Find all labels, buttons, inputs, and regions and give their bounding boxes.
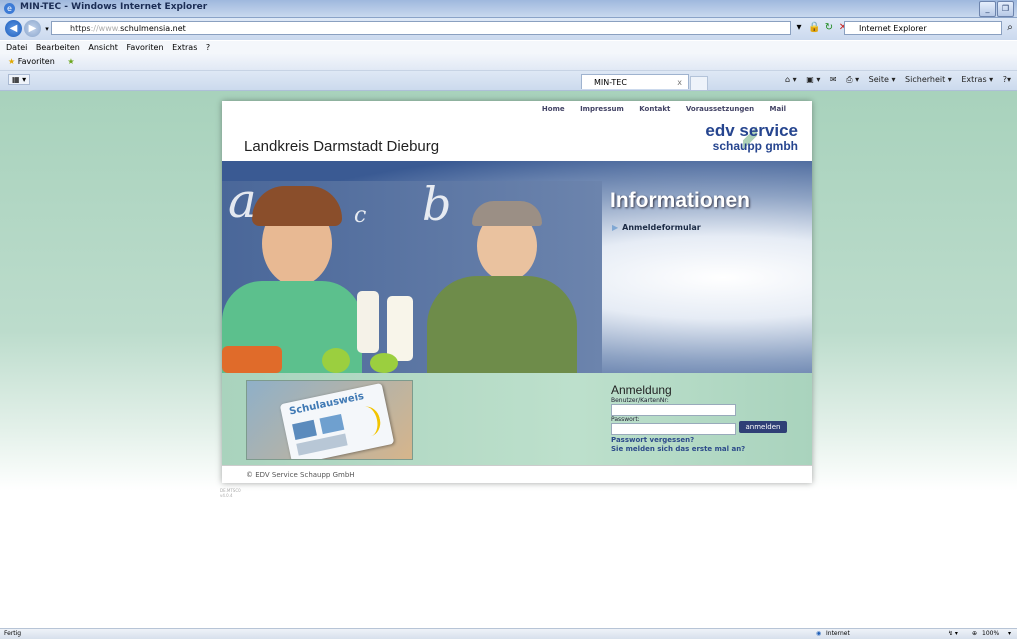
url-host-hidden: ://www. bbox=[90, 24, 121, 33]
window-title: MIN-TEC - Windows Internet Explorer bbox=[20, 2, 208, 12]
student-id-card: Schulausweis bbox=[279, 382, 395, 459]
address-dropdown-icon[interactable]: ▾ bbox=[793, 22, 805, 34]
nav-voraussetzungen[interactable]: Voraussetzungen bbox=[686, 105, 754, 113]
forgot-password-link[interactable]: Passwort vergessen? bbox=[611, 436, 694, 444]
login-band: Schulausweis Anmeldung Benutzer/KartenNr… bbox=[222, 373, 812, 465]
command-bar: ⌂ ▾ ▣ ▾ ✉ ⎙ ▾ Seite ▾ Sicherheit ▾ Extra… bbox=[778, 75, 1011, 85]
nav-mail[interactable]: Mail bbox=[770, 105, 787, 113]
pencil-case bbox=[222, 346, 282, 373]
menu-extras[interactable]: Extras bbox=[172, 43, 197, 52]
address-input[interactable]: https://www.schulmensia.net bbox=[51, 21, 791, 35]
brand-line2: schaupp gmbh bbox=[712, 139, 798, 153]
version-text: DE.MTSC0 v4.0.4 bbox=[220, 488, 241, 498]
restore-button[interactable]: ❐ bbox=[997, 1, 1014, 17]
feeds-icon[interactable]: ▣ ▾ bbox=[806, 75, 820, 84]
password-label: Passwort: bbox=[611, 416, 640, 423]
version-line-2: v4.0.4 bbox=[220, 493, 233, 498]
letter-b: b bbox=[422, 177, 452, 231]
brand-line1: edv service bbox=[705, 121, 798, 140]
forward-button[interactable]: ▶ bbox=[24, 20, 41, 37]
mail-icon[interactable]: ✉ bbox=[830, 75, 837, 84]
menu-bar: Datei Bearbeiten Ansicht Favoriten Extra… bbox=[0, 41, 1017, 54]
login-heading: Anmeldung bbox=[611, 383, 672, 397]
letter-a: a bbox=[228, 173, 257, 229]
ie-logo-icon: e bbox=[4, 3, 15, 14]
search-input[interactable]: Internet Explorer bbox=[844, 21, 1002, 35]
apple-1 bbox=[322, 348, 350, 373]
card-photo bbox=[292, 419, 317, 440]
student-id-image: Schulausweis bbox=[246, 380, 413, 460]
menu-help[interactable]: ? bbox=[206, 43, 210, 52]
window-titlebar: e MIN-TEC - Windows Internet Explorer _ … bbox=[0, 0, 1017, 18]
child-shirt-2 bbox=[427, 276, 577, 373]
contactless-icon bbox=[352, 404, 384, 439]
registration-form-link[interactable]: ▶ Anmeldeformular bbox=[612, 223, 701, 232]
safety-menu[interactable]: Sicherheit ▾ bbox=[905, 75, 952, 84]
menu-ansicht[interactable]: Ansicht bbox=[88, 43, 118, 52]
district-title: Landkreis Darmstadt Dieburg bbox=[244, 138, 440, 155]
nav-impressum[interactable]: Impressum bbox=[580, 105, 624, 113]
minimize-button[interactable]: _ bbox=[979, 1, 996, 17]
favorites-bar: ★ Favoriten ★ bbox=[0, 54, 1017, 71]
apple-2 bbox=[370, 353, 398, 373]
quick-tabs-icon[interactable]: ▦ ▾ bbox=[8, 74, 31, 85]
print-icon[interactable]: ⎙ ▾ bbox=[846, 75, 859, 84]
first-login-link[interactable]: Sie melden sich das erste mal an? bbox=[611, 445, 745, 453]
card-title: Schulausweis bbox=[288, 390, 365, 418]
menu-datei[interactable]: Datei bbox=[6, 43, 27, 52]
tab-min-tec[interactable]: MIN-TEC x bbox=[581, 74, 689, 89]
nav-kontakt[interactable]: Kontakt bbox=[639, 105, 670, 113]
hero-banner: a c b Informationen ▶ Anmeldeformular bbox=[222, 161, 812, 373]
refresh-icon[interactable]: ↻ bbox=[823, 22, 835, 34]
status-bar: Fertig ◉ Internet ↯ ▾ ⊕ 100% ▾ bbox=[0, 628, 1017, 639]
site-footer: © EDV Service Schaupp GmbH bbox=[222, 465, 812, 483]
tab-close-icon[interactable]: x bbox=[677, 75, 682, 90]
page-menu[interactable]: Seite ▾ bbox=[869, 75, 896, 84]
menu-favoriten[interactable]: Favoriten bbox=[126, 43, 163, 52]
registration-form-label: Anmeldeformular bbox=[622, 223, 701, 232]
hero-title: Informationen bbox=[610, 189, 750, 212]
site-nav: Home Impressum Kontakt Voraussetzungen M… bbox=[529, 105, 786, 113]
lock-icon[interactable]: 🔒 bbox=[808, 22, 820, 34]
help-icon[interactable]: ?▾ bbox=[1003, 75, 1011, 84]
card-photo-2 bbox=[319, 413, 345, 435]
milk-bottle-2 bbox=[387, 296, 413, 361]
url-protocol: https bbox=[70, 24, 91, 33]
tab-title: MIN-TEC bbox=[594, 78, 627, 87]
login-button[interactable]: anmelden bbox=[739, 421, 787, 433]
favorites-star-icon: ★ bbox=[8, 57, 16, 66]
username-label: Benutzer/KartenNr: bbox=[611, 397, 669, 404]
favorites-button[interactable]: Favoriten bbox=[18, 57, 55, 66]
menu-bearbeiten[interactable]: Bearbeiten bbox=[36, 43, 80, 52]
site-container: Home Impressum Kontakt Voraussetzungen M… bbox=[222, 101, 812, 483]
nav-home[interactable]: Home bbox=[542, 105, 565, 113]
new-tab-button[interactable] bbox=[690, 76, 708, 91]
child-hair-1 bbox=[252, 186, 342, 226]
url-domain: schulmensia.net bbox=[120, 24, 186, 33]
password-input[interactable] bbox=[611, 423, 736, 435]
page-content: Home Impressum Kontakt Voraussetzungen M… bbox=[0, 91, 1017, 628]
add-favorite-icon[interactable]: ★ bbox=[67, 57, 74, 66]
arrow-right-icon: ▶ bbox=[612, 223, 619, 232]
letter-c: c bbox=[354, 203, 367, 228]
tab-bar: ▦ ▾ MIN-TEC x ⌂ ▾ ▣ ▾ ✉ ⎙ ▾ Seite ▾ Sich… bbox=[0, 71, 1017, 91]
search-icon[interactable]: ⌕ bbox=[1004, 22, 1016, 34]
child-cap-2 bbox=[472, 201, 542, 226]
children-photo bbox=[222, 181, 602, 373]
tools-menu[interactable]: Extras ▾ bbox=[961, 75, 993, 84]
address-toolbar: ◀ ▶ ▾ https://www.schulmensia.net ▾ 🔒 ↻ … bbox=[0, 18, 1017, 40]
milk-bottle-1 bbox=[357, 291, 379, 353]
home-icon[interactable]: ⌂ ▾ bbox=[785, 75, 797, 84]
back-button[interactable]: ◀ bbox=[5, 20, 22, 37]
username-input[interactable] bbox=[611, 404, 736, 416]
